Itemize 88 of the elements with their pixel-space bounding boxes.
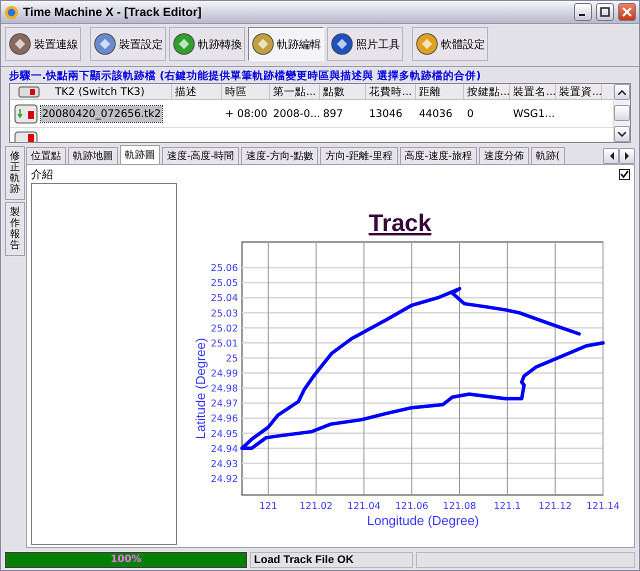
status-message: Load Track File OK bbox=[250, 552, 413, 568]
table-cell: 897 bbox=[323, 108, 344, 120]
y-tick-label: 25.02 bbox=[210, 323, 238, 334]
table-cell: + 08:00 bbox=[225, 108, 268, 120]
chart-title: Track bbox=[368, 210, 432, 237]
tool-icon bbox=[330, 32, 354, 56]
column-header[interactable]: 時區 bbox=[222, 84, 270, 100]
table-cell: 44036 bbox=[419, 108, 452, 120]
column-header[interactable]: 描述 bbox=[172, 84, 222, 100]
y-tick-label: 24.97 bbox=[210, 398, 238, 410]
x-tick-label: 121.06 bbox=[395, 501, 428, 512]
x-tick-label: 121.12 bbox=[538, 501, 572, 512]
toolbar-button[interactable]: 裝置連線 bbox=[5, 27, 81, 61]
y-axis-title: Latitude (Degree) bbox=[193, 338, 208, 440]
tab-scroll-right-button[interactable] bbox=[619, 148, 635, 164]
table-cell: 13046 bbox=[369, 108, 402, 120]
checkbox[interactable] bbox=[619, 168, 630, 180]
y-tick-label: 24.99 bbox=[210, 368, 238, 380]
toolbar-button[interactable]: 裝置設定 bbox=[90, 27, 166, 61]
tab[interactable]: 軌跡( bbox=[530, 147, 565, 164]
column-header[interactable]: 裝置名... bbox=[510, 84, 556, 100]
column-header[interactable]: 按鍵點... bbox=[464, 84, 510, 100]
y-tick-label: 24.92 bbox=[210, 474, 238, 485]
y-tick-label: 25.01 bbox=[210, 338, 238, 350]
y-tick-label: 25.04 bbox=[210, 293, 238, 304]
table-row[interactable]: 20080420_072656.tk2 + 08:00 2008-0... 897 13046 44036 0 WSG1... bbox=[10, 100, 613, 128]
tool-icon bbox=[415, 32, 439, 56]
tab[interactable]: 軌跡圖 bbox=[120, 145, 160, 164]
tool-icon bbox=[251, 32, 275, 56]
table-cell: 0 bbox=[467, 108, 474, 120]
toolbar-button[interactable]: 照片工具 bbox=[327, 27, 403, 61]
maximize-icon bbox=[600, 7, 610, 17]
column-header[interactable]: 花費時... bbox=[366, 84, 416, 100]
side-tab[interactable]: 修正軌跡 bbox=[5, 146, 25, 200]
x-tick-label: 121.14 bbox=[586, 501, 620, 512]
y-tick-label: 24.96 bbox=[210, 414, 238, 425]
tab[interactable]: 方向-距離-里程 bbox=[320, 147, 398, 164]
x-tick-label: 121.08 bbox=[442, 501, 476, 512]
x-tick-label: 121.04 bbox=[347, 501, 381, 512]
column-header[interactable]: 點數 bbox=[320, 84, 366, 100]
scroll-up-button[interactable] bbox=[614, 84, 630, 100]
close-icon bbox=[622, 7, 632, 17]
intro-label: 介紹 bbox=[31, 166, 53, 182]
tab[interactable]: 位置點 bbox=[26, 147, 66, 164]
tool-icon bbox=[8, 32, 32, 56]
y-tick-label: 24.94 bbox=[210, 444, 238, 455]
table-cell: 20080420_072656.tk2 bbox=[41, 106, 162, 122]
minimize-button[interactable] bbox=[574, 3, 592, 21]
table-cell: 2008-0... bbox=[273, 108, 320, 120]
column-header[interactable]: TK2 (Switch TK3) bbox=[10, 84, 172, 100]
side-tab[interactable]: 製作報告 bbox=[5, 202, 25, 256]
y-tick-label: 24.95 bbox=[210, 428, 238, 440]
check-icon bbox=[620, 170, 629, 178]
x-axis-title: Longitude (Degree) bbox=[366, 513, 480, 528]
y-tick-label: 25.05 bbox=[210, 278, 238, 290]
maximize-button[interactable] bbox=[596, 3, 614, 21]
tab[interactable]: 速度-方向-點數 bbox=[241, 147, 318, 164]
x-tick-label: 121.02 bbox=[300, 501, 333, 512]
column-header[interactable]: 第一點... bbox=[270, 84, 320, 100]
x-tick-label: 121.1 bbox=[494, 501, 521, 512]
scroll-down-button[interactable] bbox=[614, 126, 630, 142]
tab[interactable]: 速度分佈 bbox=[478, 147, 529, 164]
group-title: 步驟一.快點兩下顯示該軌跡檔 (右鍵功能提供單筆軌跡檔變更時區與描述與 選擇多軌跡檔的合併) bbox=[9, 69, 482, 83]
tab-scroll-left-button[interactable] bbox=[603, 148, 619, 164]
y-tick-label: 25.03 bbox=[210, 308, 238, 320]
toolbar-button[interactable]: 軌跡編輯 bbox=[248, 27, 324, 61]
column-header[interactable]: 距離 bbox=[416, 84, 464, 100]
y-tick-label: 24.93 bbox=[210, 458, 238, 470]
window-title: Time Machine X - [Track Editor] bbox=[23, 5, 202, 19]
app-icon bbox=[4, 4, 19, 20]
tab[interactable]: 軌跡地圖 bbox=[68, 147, 118, 164]
tool-icon bbox=[93, 32, 117, 56]
toolbar-button[interactable]: 軟體設定 bbox=[412, 27, 488, 61]
y-tick-label: 25 bbox=[226, 353, 238, 364]
left-arrow-icon bbox=[608, 152, 614, 160]
x-tick-label: 121 bbox=[259, 501, 278, 512]
table-cell: WSG1... bbox=[513, 108, 555, 120]
tab[interactable]: 高度-速度-旅程 bbox=[400, 147, 477, 164]
y-tick-label: 25.06 bbox=[210, 263, 238, 274]
toolbar-button[interactable]: 軌跡轉換 bbox=[169, 27, 245, 61]
right-arrow-icon bbox=[624, 152, 630, 160]
y-tick-label: 24.98 bbox=[210, 384, 238, 395]
close-button[interactable] bbox=[618, 3, 636, 21]
scroll-thumb[interactable] bbox=[614, 105, 630, 121]
progress-text: 100% bbox=[110, 553, 142, 567]
column-header[interactable]: 裝置資... bbox=[556, 84, 602, 100]
tool-icon bbox=[172, 32, 196, 56]
tab[interactable]: 速度-高度-時間 bbox=[162, 147, 240, 164]
